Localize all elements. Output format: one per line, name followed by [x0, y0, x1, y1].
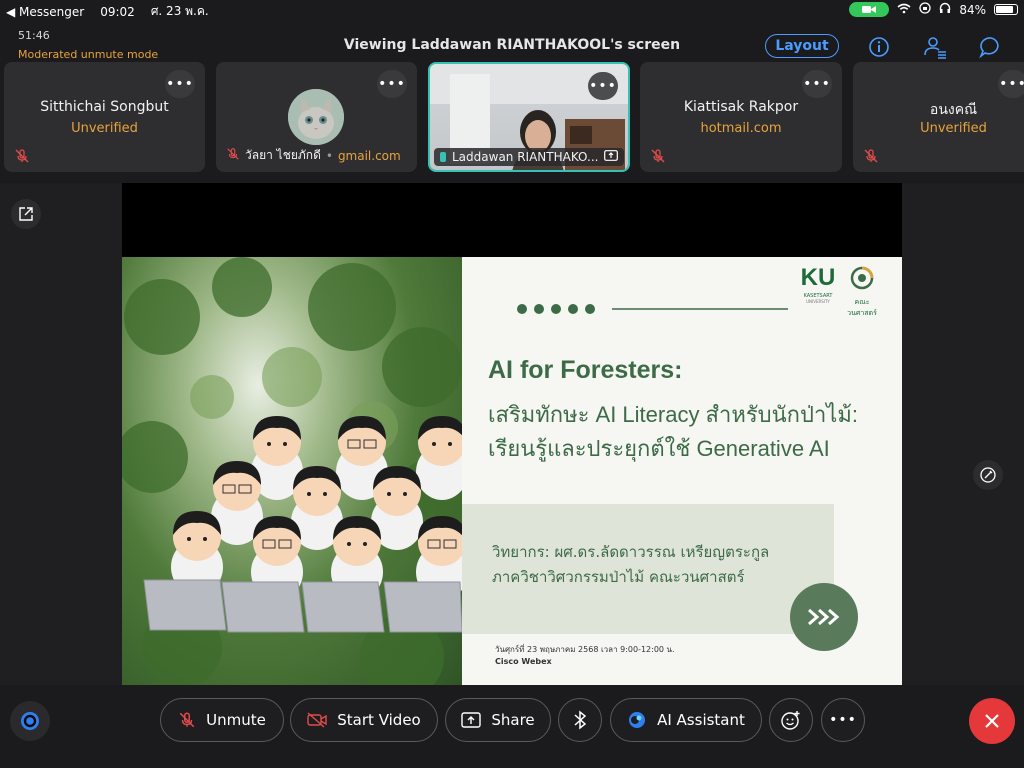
presentation-slide: KU KASETSART UNIVERSITY คณะวนศาสตร์ AI f… — [122, 257, 902, 685]
participant-tile[interactable]: ••• Kiattisak Rakpor hotmail.com — [640, 62, 842, 172]
participant-tile[interactable]: ••• Sitthichai Songbut Unverified — [4, 62, 205, 172]
participant-status: Unverified — [920, 121, 987, 136]
participant-tile-active-speaker[interactable]: ••• Laddawan RIANTHAKO... — [428, 62, 630, 172]
screen-share-icon — [604, 150, 618, 164]
annotate-icon[interactable] — [973, 460, 1003, 490]
start-video-label: Start Video — [337, 711, 421, 729]
popout-icon[interactable] — [11, 199, 41, 229]
muted-mic-icon — [179, 712, 195, 728]
event-platform: Cisco Webex — [495, 657, 552, 666]
leave-meeting-button[interactable] — [969, 698, 1015, 744]
layout-button[interactable]: Layout — [765, 34, 839, 58]
share-screen-icon — [461, 712, 482, 728]
status-bar: ◀ Messenger 09:02 ศ. 23 พ.ค. 84% — [0, 0, 1024, 20]
slide-illustration — [122, 257, 470, 685]
more-options-button[interactable]: ••• — [821, 698, 865, 742]
battery-percent: 84% — [959, 2, 986, 17]
video-off-icon — [307, 712, 327, 728]
camera-in-use-icon — [849, 2, 890, 17]
ai-assistant-button[interactable]: AI Assistant — [610, 698, 762, 742]
orientation-lock-icon — [919, 2, 931, 17]
faculty-logo-text: คณะวนศาสตร์ — [847, 298, 877, 317]
shield-icon — [21, 712, 39, 730]
muted-mic-icon — [226, 147, 240, 164]
tile-more-button[interactable]: ••• — [588, 72, 618, 100]
bluetooth-audio-button[interactable] — [558, 698, 602, 742]
close-icon — [985, 714, 999, 728]
tile-more-button[interactable]: ••• — [802, 70, 832, 98]
unmute-button[interactable]: Unmute — [160, 698, 284, 742]
ku-logo-text: KU — [800, 264, 836, 291]
back-to-messenger-link[interactable]: ◀ Messenger — [6, 5, 84, 19]
tile-footer: Laddawan RIANTHAKO... — [434, 148, 624, 166]
participant-name: Laddawan RIANTHAKO... — [452, 150, 598, 164]
more-options-label: ••• — [829, 712, 857, 728]
slide-letterbox — [122, 183, 902, 257]
share-label: Share — [491, 711, 535, 729]
slide-next-arrow-icon — [790, 583, 858, 651]
slide-subtitle: เรียนรู้และประยุกต์ใช้ Generative AI — [488, 436, 830, 461]
participant-name: วัลยา ไชยภักดี — [245, 148, 321, 162]
bluetooth-icon — [574, 710, 587, 730]
participant-status: hotmail.com — [700, 121, 782, 136]
slide-decoration — [516, 300, 806, 314]
info-icon[interactable] — [866, 34, 892, 60]
participant-status: gmail.com — [337, 148, 401, 163]
separator-dot: • — [325, 148, 333, 163]
speaker-name: วิทยากร: ผศ.ดร.ลัดดาวรรณ เหรียญตระกูล — [492, 543, 770, 561]
speaker-department: ภาควิชาวิศวกรรมป่าไม้ คณะวนศาสตร์ — [492, 568, 745, 586]
participant-tile[interactable]: ••• อนงคณี Unverified — [853, 62, 1024, 172]
tile-more-button[interactable]: ••• — [998, 70, 1024, 98]
start-video-button[interactable]: Start Video — [290, 698, 438, 742]
event-date: วันศุกร์ที่ 23 พฤษภาคม 2568 เวลา 9:00-12… — [495, 645, 675, 654]
faculty-emblem-icon — [850, 266, 874, 290]
muted-mic-icon — [14, 148, 30, 164]
faculty-logo: คณะวนศาสตร์ — [840, 265, 884, 317]
headphones-icon — [939, 2, 951, 17]
participant-tile[interactable]: ••• วัลยา ไชยภักดี • gmail.com — [216, 62, 417, 172]
slide-subtitle: เสริมทักษะ AI Literacy สำหรับนักป่าไม้: — [488, 402, 858, 427]
slide-title: AI for Foresters: — [488, 356, 683, 384]
muted-mic-icon — [863, 148, 879, 164]
unmute-label: Unmute — [206, 711, 266, 729]
chat-icon[interactable] — [978, 34, 1004, 60]
date: ศ. 23 พ.ค. — [150, 4, 209, 18]
ai-assistant-label: AI Assistant — [657, 711, 745, 729]
avatar — [288, 89, 344, 145]
tile-footer: วัลยา ไชยภักดี • gmail.com — [226, 146, 401, 165]
battery-icon — [994, 4, 1018, 15]
ai-assistant-icon — [629, 712, 646, 728]
participant-status: Unverified — [71, 121, 138, 136]
speaking-indicator-icon — [440, 152, 446, 162]
muted-mic-icon — [650, 148, 666, 164]
emoji-reactions-icon — [781, 711, 800, 730]
reactions-button[interactable] — [769, 698, 813, 742]
clock: 09:02 — [100, 4, 135, 19]
participant-name: อนงคณี — [929, 102, 978, 118]
tile-more-button[interactable]: ••• — [165, 70, 195, 98]
participant-name: Kiattisak Rakpor — [683, 99, 799, 115]
tile-more-button[interactable]: ••• — [377, 70, 407, 98]
share-button[interactable]: Share — [445, 698, 551, 742]
webex-logo-button[interactable] — [10, 701, 50, 741]
wifi-icon — [897, 3, 911, 17]
participant-name: Sitthichai Songbut — [40, 99, 169, 115]
participants-icon[interactable] — [922, 34, 948, 60]
